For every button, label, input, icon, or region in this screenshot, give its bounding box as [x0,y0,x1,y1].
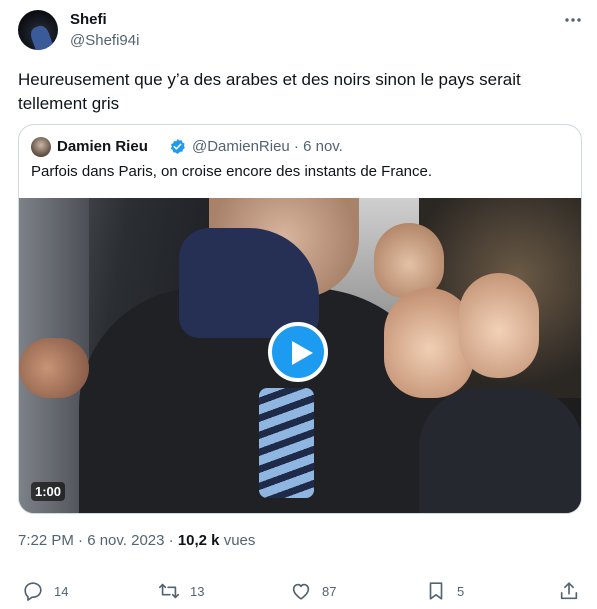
tweet-timestamp[interactable]: 7:22 PM · 6 nov. 2023 · [18,532,178,549]
bookmark-icon [429,582,443,600]
reply-icon [24,582,42,601]
verified-badge-icon [169,138,186,155]
video-hand [19,338,89,398]
views-label: vues [219,532,256,549]
play-button[interactable] [268,322,328,382]
like-count: 87 [322,583,337,599]
views-count: 10,2 k [177,532,220,549]
share-button[interactable] [558,576,580,606]
play-icon [292,341,313,365]
quoted-handle-date[interactable]: @DamienRieu · 6 nov. [192,138,343,155]
reply-count: 14 [54,583,69,599]
heart-icon [292,583,310,600]
video-child-1-face [374,223,444,298]
more-options-icon[interactable] [563,10,583,30]
retweet-count: 13 [190,583,205,599]
quoted-tweet[interactable]: Damien Rieu @DamienRieu · 6 nov. Parfois… [18,124,582,514]
author-display-name[interactable]: Shefi [70,11,107,28]
reply-button[interactable]: 14 [22,576,68,606]
bookmark-button[interactable]: 5 [425,576,464,606]
video-child-3-face [459,273,539,378]
retweet-icon [159,583,179,599]
video-child-coat [419,388,581,513]
author-avatar[interactable] [18,10,58,50]
tweet-meta: 7:22 PM · 6 nov. 2023 · 10,2 k vues [18,532,255,549]
retweet-button[interactable]: 13 [158,576,204,606]
action-bar: 14 13 87 5 [0,576,597,606]
video-player[interactable]: 1:00 [19,198,581,513]
quoted-display-name[interactable]: Damien Rieu [57,138,148,155]
bookmark-count: 5 [457,583,465,599]
share-icon [560,582,578,600]
like-button[interactable]: 87 [290,576,336,606]
quoted-text: Parfois dans Paris, on croise encore des… [31,163,433,180]
author-handle[interactable]: @Shefi94i [70,32,139,49]
video-duration: 1:00 [31,482,66,501]
video-striped-tie [259,388,314,498]
tweet-text: Heureusement que y’a des arabes et des n… [18,70,521,113]
quoted-avatar[interactable] [31,137,51,157]
